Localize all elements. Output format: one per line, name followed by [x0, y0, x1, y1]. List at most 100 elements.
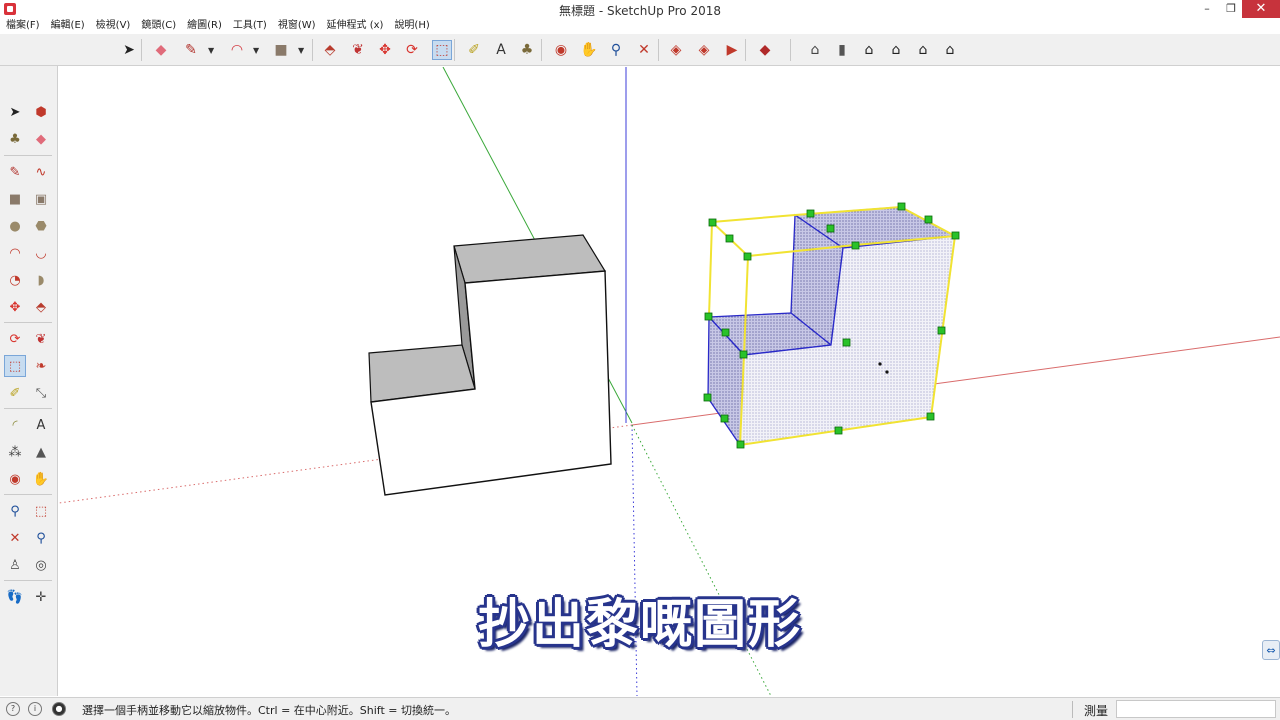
select-icon[interactable]: ➤: [119, 40, 139, 60]
rotate-icon[interactable]: ⟳: [402, 40, 422, 60]
zoom-extents-icon[interactable]: ✕: [4, 527, 26, 549]
circle-icon[interactable]: ●: [4, 215, 26, 237]
left-view-icon[interactable]: ⌂: [940, 40, 960, 60]
dropdown-caret-icon[interactable]: ▼: [253, 46, 259, 55]
toolbar-separator: [745, 39, 746, 61]
measurements-input[interactable]: [1116, 700, 1276, 718]
orbit-icon[interactable]: ◉: [4, 468, 26, 490]
menu-file[interactable]: 檔案(F): [6, 18, 40, 34]
window-title: 無標題 - SketchUp Pro 2018: [559, 4, 721, 18]
rectangle-icon[interactable]: ■: [271, 40, 291, 60]
scale-icon[interactable]: ⬚: [432, 40, 452, 60]
zoom-icon[interactable]: ⚲: [606, 40, 626, 60]
extension-manager-icon[interactable]: ◆: [755, 40, 775, 60]
tape-measure-icon[interactable]: ✐: [4, 382, 26, 404]
status-divider: [1072, 701, 1073, 718]
pie-icon[interactable]: ◗: [30, 269, 52, 291]
menu-help[interactable]: 說明(H): [394, 18, 429, 34]
move-icon[interactable]: ✥: [375, 40, 395, 60]
follow-me-icon[interactable]: ❦: [30, 328, 52, 350]
toolbar-separator: [658, 39, 659, 61]
line-icon[interactable]: ✎: [4, 161, 26, 183]
follow-me-icon[interactable]: ❦: [348, 40, 368, 60]
axes-icon[interactable]: ⁂: [4, 441, 26, 463]
front-view-icon[interactable]: ⌂: [859, 40, 879, 60]
toolbar-separator: [312, 39, 313, 61]
video-subtitle: 抄出黎嘅圖形: [477, 595, 802, 655]
select-icon[interactable]: ➤: [4, 101, 26, 123]
swap-icon[interactable]: ⇔: [1262, 640, 1280, 660]
make-component-icon[interactable]: ⬢: [30, 101, 52, 123]
zoom-extents-icon[interactable]: ✕: [634, 40, 654, 60]
text-icon[interactable]: A: [30, 414, 52, 436]
push-pull-icon[interactable]: ⬘: [320, 40, 340, 60]
menu-view[interactable]: 檢視(V): [96, 18, 131, 34]
two-point-arc-icon[interactable]: ◡: [30, 242, 52, 264]
position-camera-icon[interactable]: ♙: [4, 554, 26, 576]
move-icon[interactable]: ✥: [4, 296, 26, 318]
main-toolbar: ➤ ◆ ✎ ◠ ■ ⬘ ❦ ✥ ⟳ ⬚ ✐ A ♣ ◉ ✋ ⚲ ✕ ◈ ◈ ▶ ◆ ⌂ ▮ ⌂ ⌂ ⌂ ⌂ ▼ ▼ ▼: [0, 34, 1280, 66]
eraser-icon[interactable]: ◆: [151, 40, 171, 60]
rectangle-icon[interactable]: ■: [4, 188, 26, 210]
pan-icon[interactable]: ✋: [579, 40, 599, 60]
3d-text-icon[interactable]: ▲: [30, 441, 52, 463]
previous-view-icon[interactable]: ⚲: [30, 527, 52, 549]
toolbar-separator: [4, 155, 52, 156]
scale-icon[interactable]: ⬚: [4, 355, 26, 377]
toolbar-separator: [790, 39, 791, 61]
menu-extensions[interactable]: 延伸程式 (x): [327, 18, 384, 34]
three-point-arc-icon[interactable]: ◔: [4, 269, 26, 291]
warehouse-icon[interactable]: ◈: [666, 40, 686, 60]
extension-warehouse-icon[interactable]: ◈: [694, 40, 714, 60]
orbit-icon[interactable]: ◉: [551, 40, 571, 60]
menu-tools[interactable]: 工具(T): [233, 18, 267, 34]
rotate-icon[interactable]: ⟳: [4, 328, 26, 350]
tape-measure-icon[interactable]: ✐: [464, 40, 484, 60]
zoom-icon[interactable]: ⚲: [4, 500, 26, 522]
status-bar: ? i ● 選擇一個手柄並移動它以縮放物件。Ctrl = 在中心附近。Shift…: [0, 697, 1280, 720]
eraser-icon[interactable]: ◆: [30, 128, 52, 150]
toolbar-separator: [141, 39, 142, 61]
paint-bucket-icon[interactable]: ♣: [4, 128, 26, 150]
polygon-icon[interactable]: ⬣: [30, 215, 52, 237]
rotated-rectangle-icon[interactable]: ▣: [30, 188, 52, 210]
arc-icon[interactable]: ◠: [227, 40, 247, 60]
toolbar-separator: [541, 39, 542, 61]
dropdown-caret-icon[interactable]: ▼: [208, 46, 214, 55]
look-around-icon[interactable]: ◎: [30, 554, 52, 576]
iso-view-icon[interactable]: ⌂: [805, 40, 825, 60]
push-pull-icon[interactable]: ⬘: [30, 296, 52, 318]
info-icon[interactable]: i: [28, 702, 42, 716]
top-view-icon[interactable]: ▮: [832, 40, 852, 60]
zoom-window-icon[interactable]: ⬚: [30, 500, 52, 522]
menu-draw[interactable]: 繪圖(R): [187, 18, 222, 34]
paint-bucket-icon[interactable]: ♣: [517, 40, 537, 60]
menu-edit[interactable]: 編輯(E): [51, 18, 85, 34]
menu-window[interactable]: 視窗(W): [278, 18, 316, 34]
arc-icon[interactable]: ◠: [4, 242, 26, 264]
line-icon[interactable]: ✎: [181, 40, 201, 60]
geo-location-icon[interactable]: ?: [6, 702, 20, 716]
toolbar-separator: [4, 322, 52, 323]
dropdown-caret-icon[interactable]: ▼: [298, 46, 304, 55]
close-button[interactable]: ✕: [1242, 0, 1280, 18]
l-block-original[interactable]: [368, 234, 612, 496]
title-bar: 無標題 - SketchUp Pro 2018 – ❐ ✕: [0, 0, 1280, 18]
freehand-icon[interactable]: ∿: [30, 161, 52, 183]
right-view-icon[interactable]: ⌂: [886, 40, 906, 60]
toolbar-separator: [454, 39, 455, 61]
protractor-icon[interactable]: ◜: [4, 414, 26, 436]
user-icon[interactable]: ●: [52, 702, 66, 716]
menu-camera[interactable]: 鏡頭(C): [141, 18, 176, 34]
toolbar-separator: [4, 494, 52, 495]
offset-icon[interactable]: ❧: [30, 355, 52, 377]
pan-icon[interactable]: ✋: [30, 468, 52, 490]
status-hint: 選擇一個手柄並移動它以縮放物件。Ctrl = 在中心附近。Shift = 切換統…: [82, 704, 456, 717]
text-icon[interactable]: A: [491, 40, 511, 60]
send-to-layout-icon[interactable]: ▶: [722, 40, 742, 60]
menu-bar: 檔案(F) 編輯(E) 檢視(V) 鏡頭(C) 繪圖(R) 工具(T) 視窗(W…: [0, 18, 1280, 34]
measurements-label: 測量: [1084, 704, 1109, 718]
back-view-icon[interactable]: ⌂: [913, 40, 933, 60]
toolbar-separator: [4, 580, 52, 581]
dimension-icon[interactable]: ⤡: [30, 382, 52, 404]
